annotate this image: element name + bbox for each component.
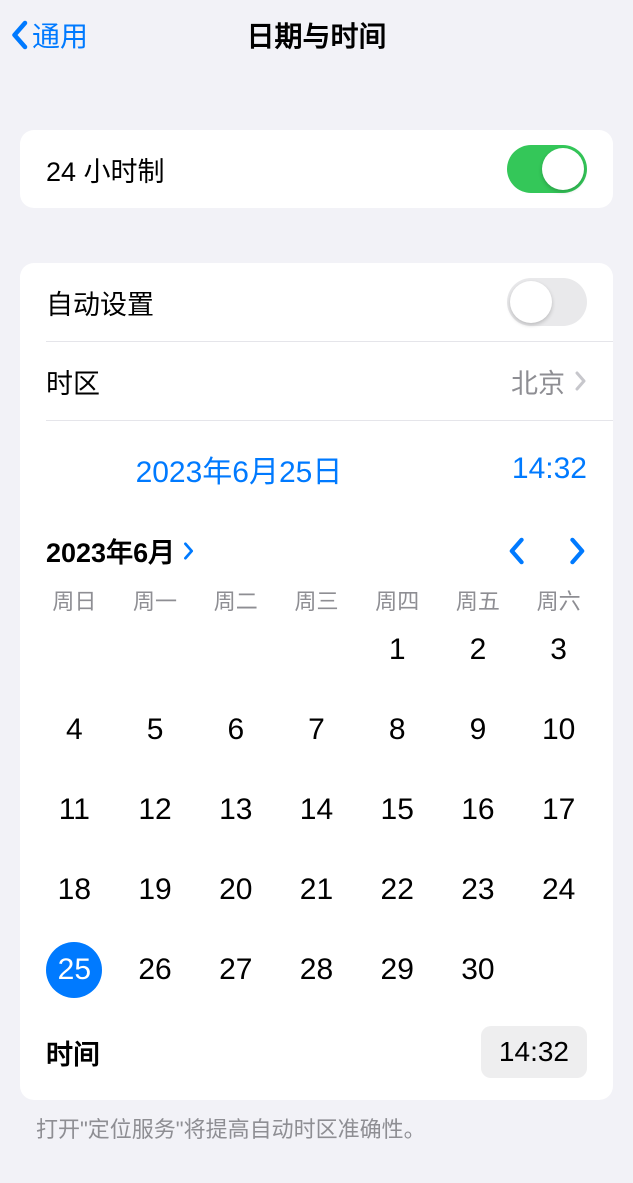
- twenty-four-hour-row: 24 小时制: [20, 130, 613, 208]
- calendar-day[interactable]: 19: [115, 862, 196, 918]
- month-picker-button[interactable]: 2023年6月: [46, 531, 195, 570]
- calendar-day[interactable]: 5: [115, 702, 196, 758]
- auto-set-label: 自动设置: [46, 283, 154, 322]
- calendar-day[interactable]: 11: [34, 782, 115, 838]
- weekday-label: 周三: [276, 584, 357, 616]
- back-button[interactable]: 通用: [10, 15, 88, 55]
- chevron-right-icon: [183, 542, 195, 560]
- weekday-label: 周四: [357, 584, 438, 616]
- calendar-day[interactable]: 3: [518, 622, 599, 678]
- calendar-day[interactable]: 28: [276, 942, 357, 998]
- footer-hint: 打开"定位服务"将提高自动时区准确性。: [0, 1100, 633, 1144]
- weekday-label: 周六: [518, 584, 599, 616]
- time-label: 时间: [46, 1033, 100, 1072]
- calendar-day[interactable]: 30: [438, 942, 519, 998]
- time-picker-button[interactable]: 14:32: [481, 1026, 587, 1078]
- weekday-label: 周一: [115, 584, 196, 616]
- auto-set-row: 自动设置: [20, 263, 613, 341]
- calendar-day[interactable]: 22: [357, 862, 438, 918]
- twenty-four-hour-toggle[interactable]: [507, 145, 587, 193]
- calendar-empty-cell: [276, 622, 357, 678]
- chevron-left-icon: [10, 20, 28, 50]
- calendar-day[interactable]: 6: [195, 702, 276, 758]
- timezone-value: 北京: [511, 362, 565, 401]
- page-title: 日期与时间: [246, 15, 386, 55]
- calendar-grid: 1234567891011121314151617181920212223242…: [20, 622, 613, 1008]
- calendar-empty-cell: [34, 622, 115, 678]
- calendar-day[interactable]: 1: [357, 622, 438, 678]
- calendar-day[interactable]: 16: [438, 782, 519, 838]
- selected-date-time-row: 2023年6月25日 14:32: [20, 421, 613, 505]
- calendar-empty-cell: [115, 622, 196, 678]
- weekday-label: 周日: [34, 584, 115, 616]
- calendar-day[interactable]: 7: [276, 702, 357, 758]
- selected-time[interactable]: 14:32: [512, 452, 587, 486]
- next-month-button[interactable]: [569, 537, 587, 565]
- calendar-day[interactable]: 15: [357, 782, 438, 838]
- weekday-label: 周五: [438, 584, 519, 616]
- calendar-day[interactable]: 8: [357, 702, 438, 758]
- chevron-right-icon: [575, 371, 587, 391]
- calendar-day[interactable]: 10: [518, 702, 599, 758]
- timezone-row[interactable]: 时区 北京: [20, 342, 613, 420]
- timezone-label: 时区: [46, 362, 100, 401]
- twenty-four-hour-label: 24 小时制: [46, 150, 165, 189]
- calendar-day[interactable]: 21: [276, 862, 357, 918]
- calendar-day[interactable]: 12: [115, 782, 196, 838]
- selected-date[interactable]: 2023年6月25日: [46, 447, 432, 491]
- calendar-day[interactable]: 25: [34, 942, 115, 998]
- weekdays-header: 周日周一周二周三周四周五周六: [20, 582, 613, 622]
- calendar-day[interactable]: 2: [438, 622, 519, 678]
- calendar-day[interactable]: 23: [438, 862, 519, 918]
- toggle-knob: [542, 148, 584, 190]
- calendar-day[interactable]: 4: [34, 702, 115, 758]
- calendar-day[interactable]: 26: [115, 942, 196, 998]
- calendar-day[interactable]: 27: [195, 942, 276, 998]
- calendar-day[interactable]: 14: [276, 782, 357, 838]
- weekday-label: 周二: [195, 584, 276, 616]
- calendar-day[interactable]: 24: [518, 862, 599, 918]
- calendar-empty-cell: [195, 622, 276, 678]
- calendar-day[interactable]: 17: [518, 782, 599, 838]
- calendar-day[interactable]: 20: [195, 862, 276, 918]
- back-label: 通用: [32, 15, 88, 55]
- time-row: 时间 14:32: [20, 1008, 613, 1100]
- auto-set-toggle[interactable]: [507, 278, 587, 326]
- calendar-day[interactable]: 9: [438, 702, 519, 758]
- month-label: 2023年6月: [46, 531, 175, 570]
- calendar-day[interactable]: 29: [357, 942, 438, 998]
- toggle-knob: [510, 281, 552, 323]
- calendar-day[interactable]: 18: [34, 862, 115, 918]
- calendar-day[interactable]: 13: [195, 782, 276, 838]
- prev-month-button[interactable]: [507, 537, 525, 565]
